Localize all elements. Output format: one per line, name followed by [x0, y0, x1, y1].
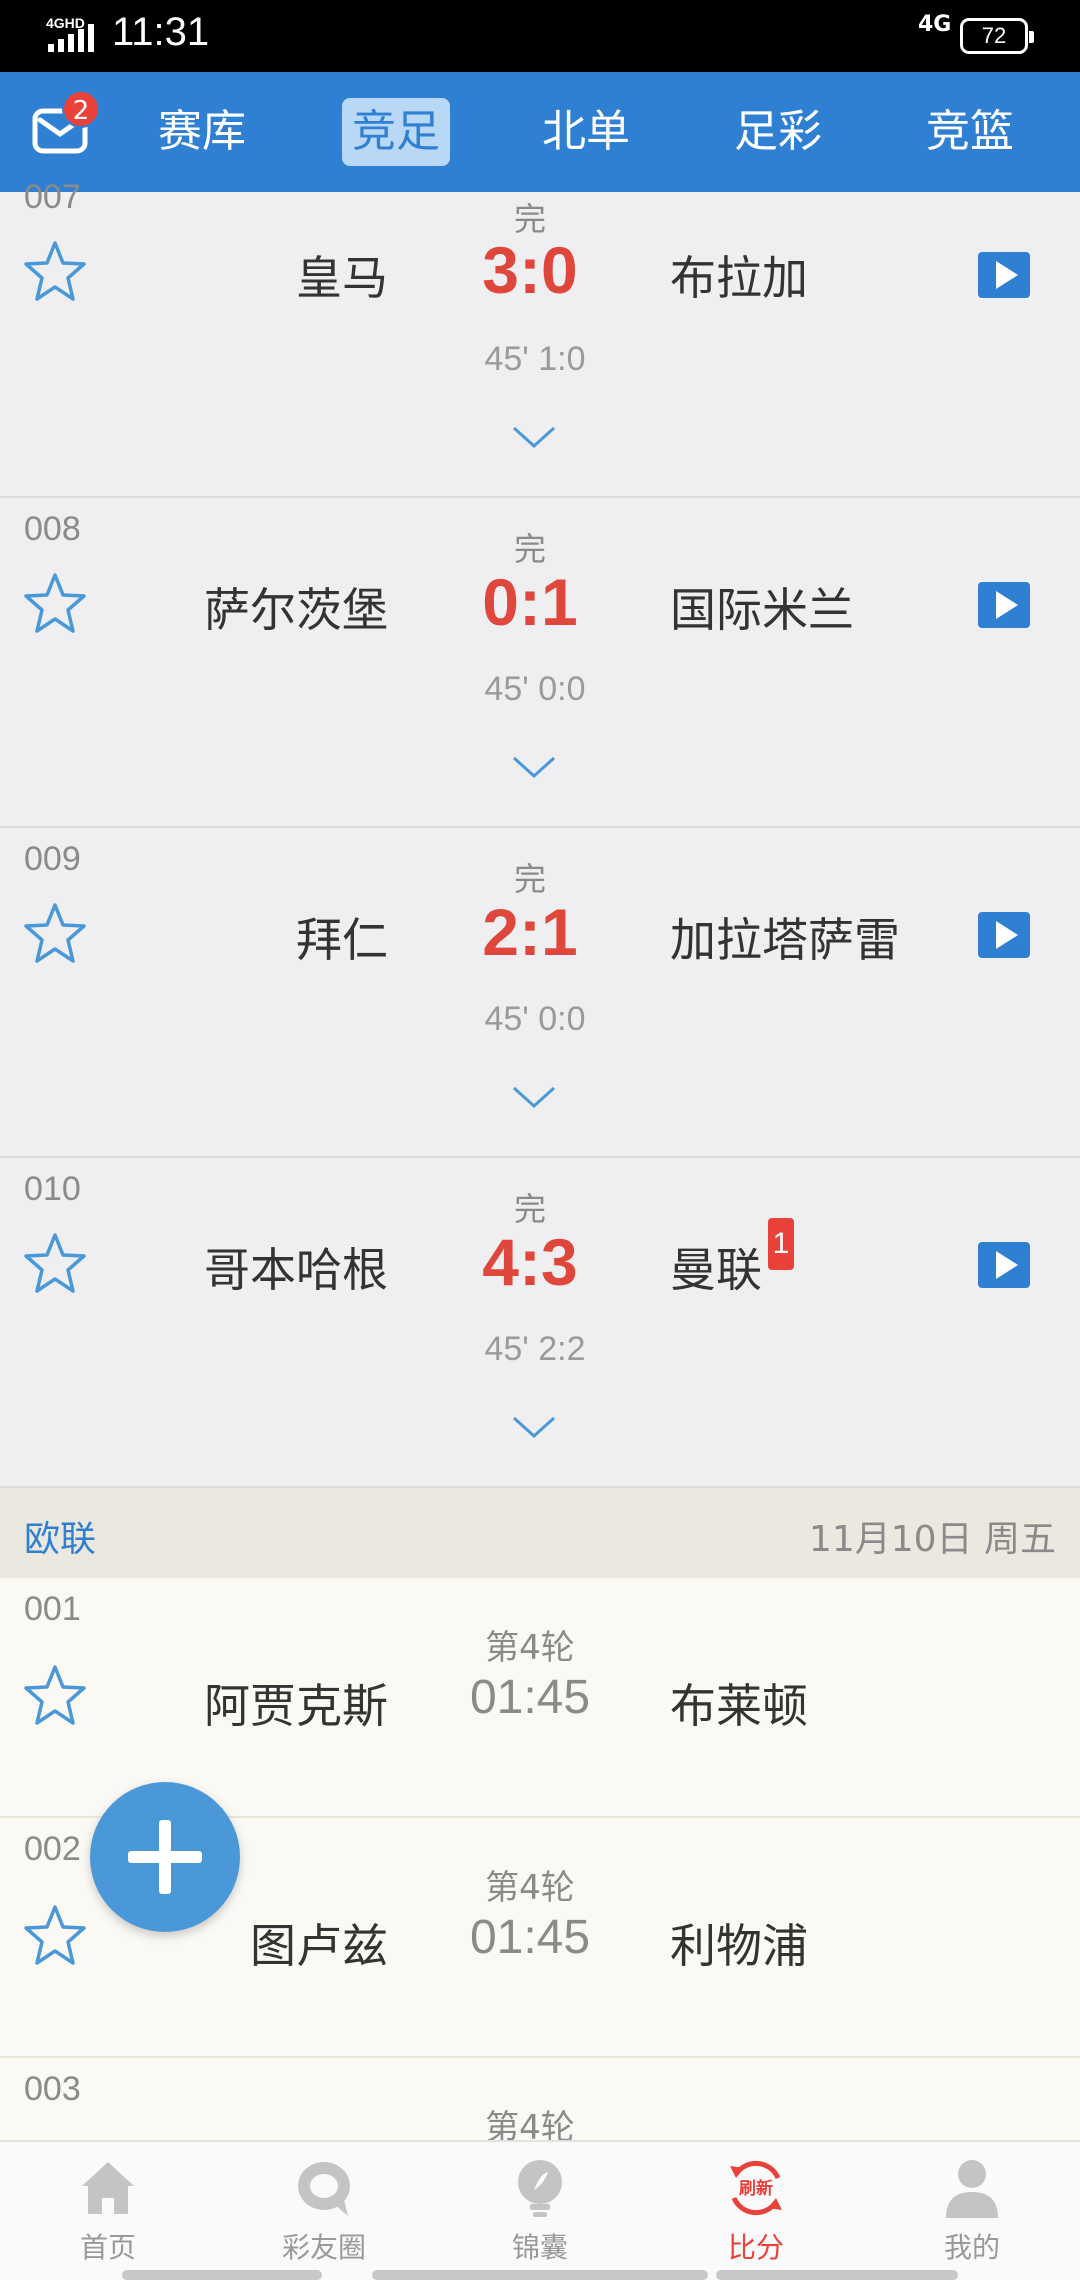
star-icon[interactable] — [22, 1230, 88, 1296]
tab-beidan[interactable]: 北单 — [532, 98, 640, 166]
tab-jinglan[interactable]: 竞篮 — [916, 98, 1024, 166]
match-round: 第4轮 — [485, 1868, 575, 1908]
league-section-header: 欧联 11月10日 周五 — [0, 1488, 1080, 1578]
match-round: 第4轮 — [485, 2108, 575, 2140]
league-name[interactable]: 欧联 — [24, 1510, 96, 1562]
match-score: 2:1 — [482, 895, 578, 969]
nav-label: 锦囊 — [511, 2231, 568, 2264]
mail-badge: 2 — [62, 90, 100, 128]
half-time-score: 45' 0:0 — [484, 1000, 586, 1038]
chevron-down-icon[interactable] — [510, 1414, 558, 1442]
home-team: 阿贾克斯 — [204, 1679, 388, 1733]
chat-bubble-icon — [298, 2162, 350, 2216]
play-video-icon[interactable] — [978, 252, 1030, 298]
nav-profile[interactable]: 我的 — [864, 2142, 1080, 2280]
network-type-label: 4GHD — [46, 15, 85, 31]
tab-jingzu[interactable]: 竞足 — [342, 98, 450, 166]
home-team: 哥本哈根 — [204, 1243, 388, 1297]
star-icon[interactable] — [22, 238, 88, 304]
match-row-009[interactable]: 009 完 拜仁 2:1 加拉塔萨雷 45' 0:0 — [0, 828, 1080, 1158]
nav-label: 比分 — [727, 2231, 784, 2264]
add-floating-button[interactable] — [90, 1782, 240, 1932]
play-video-icon[interactable] — [978, 912, 1030, 958]
match-row-008[interactable]: 008 完 萨尔茨堡 0:1 国际米兰 45' 0:0 — [0, 498, 1080, 828]
nav-community[interactable]: 彩友圈 — [216, 2142, 432, 2280]
away-team: 利物浦 — [670, 1919, 808, 1973]
play-video-icon[interactable] — [978, 1242, 1030, 1288]
match-number: 001 — [24, 1590, 81, 1628]
home-indicator-segment — [716, 2270, 958, 2280]
nav-label: 彩友圈 — [281, 2231, 366, 2264]
away-team: 国际米兰 — [670, 583, 854, 637]
kickoff-time: 01:45 — [469, 1911, 591, 1964]
match-score: 4:3 — [482, 1225, 578, 1299]
play-video-icon[interactable] — [978, 582, 1030, 628]
home-indicator-segment — [372, 2270, 708, 2280]
home-indicator-segment — [122, 2270, 322, 2280]
home-team: 皇马 — [296, 251, 388, 305]
nav-label: 我的 — [943, 2231, 1000, 2264]
kickoff-time: 01:45 — [469, 1671, 591, 1724]
league-date: 11月10日 周五 — [808, 1519, 1056, 1560]
chevron-down-icon[interactable] — [510, 754, 558, 782]
match-number: 010 — [24, 1170, 81, 1208]
half-time-score: 45' 0:0 — [484, 670, 586, 708]
star-icon[interactable] — [22, 1902, 88, 1968]
refresh-score-icon: 刷新 — [730, 2160, 782, 2216]
battery-icon: 72 — [960, 18, 1034, 54]
nav-tips[interactable]: 锦囊 — [432, 2142, 648, 2280]
nav-home[interactable]: 首页 — [0, 2142, 216, 2280]
status-bar: 4GHD 11:31 4G 72 — [0, 0, 1080, 72]
match-score: 0:1 — [482, 565, 578, 639]
chevron-down-icon[interactable] — [510, 1084, 558, 1112]
red-card-badge: 1 — [768, 1218, 794, 1270]
nav-label: 首页 — [79, 2231, 136, 2264]
user-icon — [946, 2160, 998, 2218]
star-icon[interactable] — [22, 570, 88, 636]
away-team: 加拉塔萨雷 — [670, 913, 900, 967]
match-row-003[interactable]: 003 第4轮 — [0, 2058, 1080, 2140]
match-row-010[interactable]: 010 完 哥本哈根 4:3 曼联 1 45' 2:2 — [0, 1158, 1080, 1488]
away-team: 曼联 — [670, 1243, 762, 1297]
half-time-score: 45' 2:2 — [484, 1330, 586, 1368]
match-number: 007 — [24, 178, 81, 216]
home-team: 萨尔茨堡 — [204, 583, 388, 637]
signal-icon: 4GHD — [46, 15, 94, 52]
network-indicator: 4G — [918, 12, 952, 37]
star-icon[interactable] — [22, 1662, 88, 1728]
match-number: 009 — [24, 840, 81, 878]
match-row-007[interactable]: 007 完 皇马 3:0 布拉加 45' 1:0 — [0, 178, 1080, 498]
bottom-nav: 首页 彩友圈 锦囊 刷新 比分 我的 — [0, 2140, 1080, 2280]
refresh-icon-text: 刷新 — [739, 2178, 773, 2199]
match-score: 3:0 — [482, 233, 578, 307]
home-team: 拜仁 — [296, 913, 388, 967]
nav-score[interactable]: 刷新 比分 — [648, 2142, 864, 2280]
star-icon[interactable] — [22, 900, 88, 966]
tab-zucai[interactable]: 足彩 — [724, 98, 832, 166]
half-time-score: 45' 1:0 — [484, 340, 586, 378]
match-number: 008 — [24, 510, 81, 548]
top-nav: 2 赛库 竞足 北单 足彩 竞篮 — [0, 72, 1080, 192]
away-team: 布拉加 — [670, 251, 808, 305]
lightbulb-icon — [518, 2160, 562, 2217]
chevron-down-icon[interactable] — [510, 424, 558, 452]
home-team: 图卢兹 — [250, 1919, 388, 1973]
away-team: 布莱顿 — [670, 1679, 808, 1733]
tab-saiku[interactable]: 赛库 — [148, 98, 256, 166]
match-round: 第4轮 — [485, 1628, 575, 1668]
home-icon — [82, 2162, 134, 2214]
match-number: 003 — [24, 2070, 81, 2108]
clock: 11:31 — [112, 10, 210, 54]
match-number: 002 — [24, 1830, 81, 1868]
